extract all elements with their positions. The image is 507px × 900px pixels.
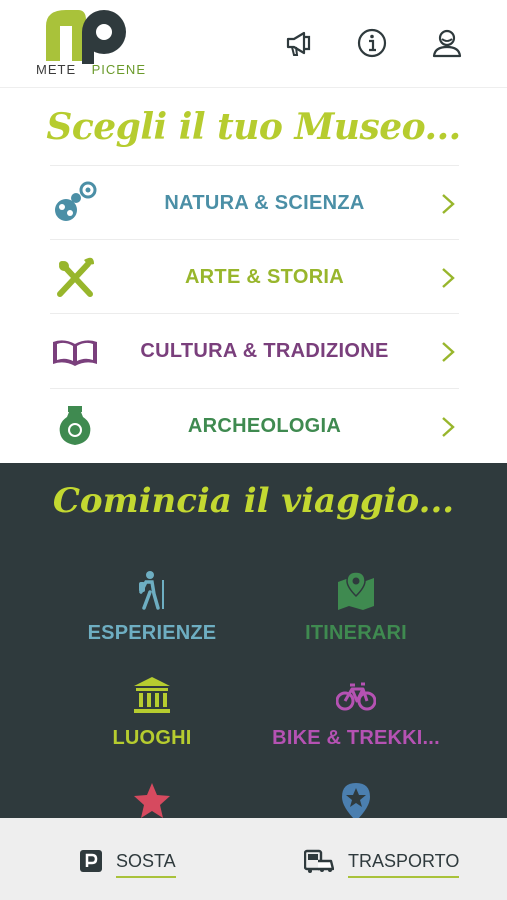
sosta-button[interactable]: SOSTA — [80, 844, 176, 878]
museum-category-natura-scienza[interactable]: NATURA & SCIENZA — [50, 165, 459, 239]
user-icon[interactable] — [431, 27, 463, 59]
star-location-icon — [342, 783, 370, 821]
logo-left-text: METE — [36, 62, 77, 77]
logo-wordmark: METE PICENE — [36, 62, 146, 77]
trasporto-button[interactable]: TRASPORTO — [304, 844, 460, 878]
sosta-label: SOSTA — [116, 851, 176, 878]
logo-mark — [46, 10, 126, 64]
bottom-bar: SOSTA TRASPORTO — [0, 818, 507, 900]
journey-section-title: Comincia il viaggio... — [52, 481, 455, 521]
vase-icon — [59, 406, 91, 445]
tile-itinerari[interactable]: ITINERARI — [246, 570, 466, 670]
info-icon[interactable] — [356, 27, 388, 59]
parking-icon — [80, 850, 102, 872]
tile-luoghi[interactable]: LUOGHI — [42, 675, 262, 775]
app-logo[interactable]: METE PICENE — [36, 6, 146, 80]
app-header: METE PICENE — [0, 0, 507, 88]
journey-section: Comincia il viaggio... ESPERIENZE ITINER… — [0, 463, 507, 821]
museum-category-cultura-tradizione[interactable]: CULTURA & TRADIZIONE — [50, 313, 459, 387]
tile-label: ITINERARI — [305, 622, 407, 644]
bike-icon — [336, 682, 376, 711]
star-icon — [134, 783, 170, 818]
chevron-right-icon — [442, 342, 455, 362]
map-pin-icon — [338, 571, 374, 610]
art-brush-icon — [57, 257, 94, 297]
building-icon — [134, 677, 170, 713]
museum-category-archeologia[interactable]: ARCHEOLOGIA — [50, 388, 459, 462]
tile-label: LUOGHI — [112, 727, 192, 749]
chevron-right-icon — [442, 417, 455, 437]
tile-label: ESPERIENZE — [87, 622, 217, 644]
book-icon — [53, 340, 97, 366]
tile-bike-trekking[interactable]: BIKE & TREKKI... — [246, 675, 466, 775]
transport-icon — [304, 849, 334, 873]
megaphone-icon[interactable] — [283, 27, 315, 59]
chevron-right-icon — [442, 194, 455, 214]
museum-category-arte-storia[interactable]: ARTE & STORIA — [50, 239, 459, 313]
museum-category-label: ARTE & STORIA — [184, 266, 345, 288]
museum-category-label: NATURA & SCIENZA — [164, 192, 365, 214]
hiker-icon — [139, 571, 164, 610]
museum-category-label: CULTURA & TRADIZIONE — [140, 340, 389, 362]
chevron-right-icon — [442, 268, 455, 288]
museum-category-label: ARCHEOLOGIA — [187, 415, 342, 437]
tile-label: BIKE & TREKKI... — [272, 727, 440, 749]
tile-esperienze[interactable]: ESPERIENZE — [42, 570, 262, 670]
logo-right-text: PICENE — [91, 62, 146, 77]
trasporto-label: TRASPORTO — [348, 851, 460, 878]
nature-science-icon — [55, 181, 97, 221]
museum-section-title: Scegli il tuo Museo... — [46, 106, 461, 148]
